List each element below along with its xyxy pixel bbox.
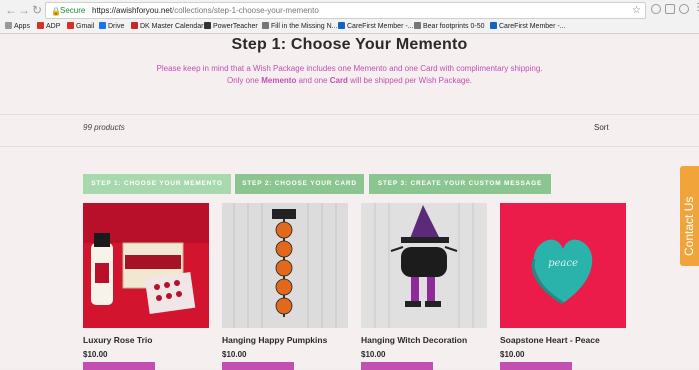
browser-chrome: ← → ↻ 🔒 Secure https://awishforyou.net/c…	[0, 0, 699, 34]
carefirst-icon	[338, 22, 345, 29]
bookmark-label: CareFirst Member -...	[347, 23, 414, 30]
bookmark-label: DK Master Calendar	[140, 23, 204, 30]
page-icon	[262, 22, 269, 29]
bookmark-item[interactable]: DK Master Calendar	[131, 20, 203, 34]
bookmark-item[interactable]: PowerTeacher	[204, 20, 258, 34]
divider	[0, 146, 699, 147]
description-line-1: Please keep in mind that a Wish Package …	[156, 64, 543, 73]
extension-icon[interactable]	[679, 4, 689, 14]
desc-text: Only one	[226, 76, 262, 85]
extension-icons: ⋮	[651, 2, 699, 16]
product-image[interactable]	[361, 203, 487, 328]
menu-icon[interactable]: ⋮	[693, 2, 699, 13]
heart-engraving: peace	[548, 258, 578, 269]
url-host: https://awishforyou.net	[92, 6, 173, 15]
camera-icon[interactable]	[665, 4, 675, 14]
product-name[interactable]: Hanging Witch Decoration	[361, 335, 521, 345]
secure-label: Secure	[60, 6, 86, 15]
bookmark-label: Fill in the Missing N...	[271, 23, 338, 30]
extension-icon[interactable]	[651, 4, 661, 14]
desc-bold-memento: Memento	[261, 76, 297, 85]
bookmark-label: Apps	[14, 23, 30, 30]
bookmark-star-icon[interactable]: ☆	[632, 3, 641, 18]
bookmark-item[interactable]: ADP	[37, 20, 60, 34]
product-name[interactable]: Hanging Happy Pumpkins	[222, 335, 382, 345]
desc-text: and one	[296, 76, 330, 85]
calendar-icon	[131, 22, 138, 29]
product-image[interactable]: peace	[500, 203, 626, 328]
bookmark-label: PowerTeacher	[213, 23, 258, 30]
product-name[interactable]: Soapstone Heart - Peace	[500, 335, 660, 345]
description-line-2: Only one Memento and one Card will be sh…	[0, 76, 699, 85]
product-price: $10.00	[361, 350, 386, 359]
product-price: $10.00	[222, 350, 247, 359]
address-bar[interactable]: 🔒 Secure https://awishforyou.net/collect…	[45, 2, 646, 19]
bookmark-item[interactable]: CareFirst Member -...	[490, 20, 566, 34]
bookmark-item[interactable]: Drive	[99, 20, 124, 34]
apps-icon	[5, 22, 12, 29]
step-3-button[interactable]: STEP 3: CREATE YOUR CUSTOM MESSAGE	[369, 174, 551, 194]
powerteacher-icon	[204, 22, 211, 29]
sort-button[interactable]: Sort	[594, 123, 609, 132]
bookmark-label: CareFirst Member -...	[499, 23, 566, 30]
bookmark-item[interactable]: CareFirst Member -...	[338, 20, 414, 34]
adp-icon	[37, 22, 44, 29]
forward-icon[interactable]: →	[17, 3, 31, 17]
bookmark-item[interactable]: Apps	[5, 20, 30, 34]
carefirst-icon	[490, 22, 497, 29]
bookmark-label: Bear footprints 0-50	[423, 23, 485, 30]
bookmark-label: Gmail	[76, 23, 95, 30]
bookmark-label: ADP	[46, 23, 61, 30]
bookmark-label: Drive	[108, 23, 125, 30]
bookmark-item[interactable]: Fill in the Missing N...	[262, 20, 338, 34]
product-image[interactable]	[222, 203, 348, 328]
product-count: 99 products	[83, 123, 125, 132]
desc-text: will be shipped per Wish Package.	[347, 76, 473, 85]
page-title: Step 1: Choose Your Memento	[231, 36, 468, 53]
product-image[interactable]	[83, 203, 209, 328]
product-price: $10.00	[500, 350, 525, 359]
drive-icon	[99, 22, 106, 29]
step-1-button[interactable]: STEP 1: CHOOSE YOUR MEMENTO	[83, 174, 231, 194]
product-price: $10.00	[83, 350, 108, 359]
back-icon[interactable]: ←	[4, 3, 18, 17]
bookmarks-bar: Apps ADP Gmail Drive DK Master Calendar …	[0, 20, 699, 34]
page-content: Step 1: Choose Your Memento Please keep …	[0, 34, 699, 370]
contact-us-label: Contact Us	[682, 196, 696, 256]
browser-toolbar: ← → ↻ 🔒 Secure https://awishforyou.net/c…	[0, 0, 699, 20]
divider	[0, 114, 699, 115]
page-icon	[414, 22, 421, 29]
desc-bold-card: Card	[329, 76, 348, 85]
product-name[interactable]: Luxury Rose Trio	[83, 335, 243, 345]
gmail-icon	[67, 22, 74, 29]
reload-icon[interactable]: ↻	[30, 3, 44, 17]
url-path: /collections/step-1-choose-your-memento	[172, 6, 319, 15]
contact-us-tab[interactable]: Contact Us	[680, 166, 699, 266]
bookmark-item[interactable]: Gmail	[67, 20, 94, 34]
step-2-button[interactable]: STEP 2: CHOOSE YOUR CARD	[235, 174, 364, 194]
bookmark-item[interactable]: Bear footprints 0-50	[414, 20, 484, 34]
url-text[interactable]: https://awishforyou.net/collections/step…	[92, 3, 319, 18]
